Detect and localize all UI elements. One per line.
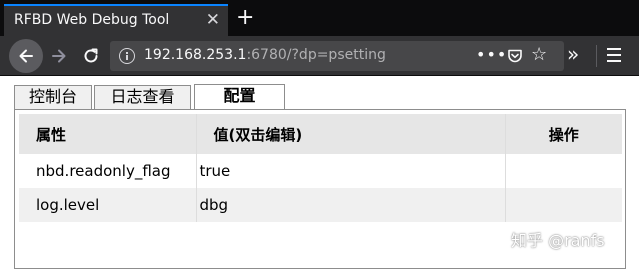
property-actions	[505, 154, 622, 188]
close-tab-icon[interactable]: ✕	[206, 11, 220, 29]
property-value[interactable]: dbg	[196, 188, 506, 222]
forward-arrow-icon	[52, 49, 66, 63]
star-icon[interactable]: ☆	[531, 46, 547, 64]
table-header-row: 属性 值(双击编辑) 操作	[19, 114, 622, 154]
table-row: nbd.readonly_flag true	[19, 154, 622, 188]
new-tab-icon[interactable]: +	[236, 7, 254, 29]
back-arrow-icon	[19, 49, 33, 63]
tab-console[interactable]: 控制台	[14, 85, 92, 109]
property-key: log.level	[19, 188, 197, 222]
reload-button[interactable]	[74, 39, 108, 73]
reload-icon	[84, 48, 98, 63]
page-actions-icon[interactable]: •••	[476, 45, 507, 64]
navigation-toolbar: 192.168.253.1:6780/?dp=psetting ••• ☆ »	[0, 36, 639, 76]
property-actions	[505, 188, 622, 222]
tab-log-view[interactable]: 日志查看	[94, 85, 191, 109]
table-row: log.level dbg	[19, 188, 622, 222]
property-key: nbd.readonly_flag	[19, 154, 197, 188]
address-bar[interactable]: 192.168.253.1:6780/?dp=psetting ••• ☆	[110, 41, 564, 71]
url-path: :6780/?dp=psetting	[246, 47, 386, 63]
watermark: 知乎 @ranfs	[511, 231, 605, 250]
hamburger-menu-icon[interactable]	[607, 48, 621, 66]
toolbar-divider	[596, 45, 597, 67]
url-host: 192.168.253.1	[144, 47, 247, 63]
pocket-icon[interactable]	[507, 48, 523, 64]
column-header-property: 属性	[19, 114, 197, 154]
browser-tab[interactable]: RFBD Web Debug Tool ✕	[4, 4, 228, 36]
back-button[interactable]	[9, 39, 43, 73]
url-text[interactable]: 192.168.253.1:6780/?dp=psetting	[144, 47, 386, 63]
browser-tab-strip: RFBD Web Debug Tool ✕ +	[0, 0, 639, 36]
property-value[interactable]: true	[196, 154, 506, 188]
overflow-icon[interactable]: »	[567, 44, 579, 64]
tab-config[interactable]: 配置	[194, 84, 285, 110]
browser-tab-title: RFBD Web Debug Tool	[14, 12, 170, 28]
config-table: 属性 值(双击编辑) 操作 nbd.readonly_flag true log…	[19, 114, 622, 222]
column-header-actions: 操作	[548, 125, 579, 144]
info-icon[interactable]	[119, 48, 135, 64]
column-header-value: 值(双击编辑)	[196, 114, 506, 154]
forward-button[interactable]	[42, 39, 76, 73]
